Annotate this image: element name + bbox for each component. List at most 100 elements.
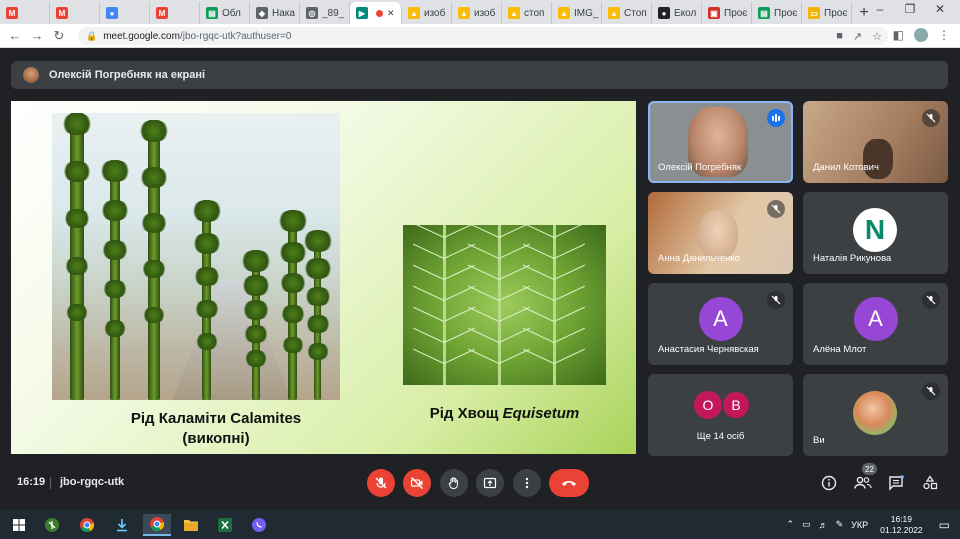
system-tray: ⌃ ▭ ♬ ✎ УКР 16:19 01.12.2022 ▭ (787, 510, 960, 539)
participant-avatar: O (694, 391, 722, 419)
participant-tile[interactable]: Ви (803, 374, 948, 456)
tree-foliage (241, 275, 271, 296)
reload-icon[interactable]: ↻ (48, 28, 70, 44)
horsetail-branch (522, 243, 555, 259)
tree-foliage (278, 273, 307, 293)
excel-icon[interactable] (214, 514, 236, 536)
sheets-icon: ▤ (758, 7, 770, 19)
download-app-icon[interactable] (111, 514, 133, 536)
menu-dots-icon[interactable]: ⋮ (938, 28, 950, 42)
browser-tab[interactable]: ▤ Обл (200, 2, 250, 24)
notification-icon[interactable]: ▭ (939, 518, 950, 532)
profile-avatar-icon[interactable] (914, 28, 928, 42)
forward-icon[interactable]: → (26, 28, 48, 43)
chat-button[interactable] (886, 473, 906, 493)
browser-tab-label: Нака (272, 7, 295, 19)
url-field[interactable]: 🔒 meet.google.com/jbo-rgqc-utk?authuser=… (78, 27, 888, 45)
tree-foliage (63, 208, 91, 229)
horsetail-branch (412, 285, 445, 301)
restore-icon[interactable]: ❐ (898, 2, 922, 16)
browser-tab[interactable]: ▲ Стоп (602, 2, 652, 24)
language-indicator[interactable]: УКР (851, 520, 868, 530)
browser-tab-label: Стоп (624, 7, 647, 19)
participant-tile[interactable]: A Анастасия Чернявская (648, 283, 793, 365)
browser-tab[interactable]: ▲ IMG_ (552, 2, 602, 24)
mic-toggle-button[interactable] (367, 469, 395, 497)
more-participants-tile[interactable]: O B Ще 14 осіб (648, 374, 793, 456)
tree-foliage (190, 200, 223, 223)
chrome-icon: ● (106, 7, 118, 19)
network-icon[interactable]: ▭ (802, 519, 811, 530)
participant-tile[interactable]: A Алёна Млот (803, 283, 948, 365)
participant-tile[interactable]: N Наталія Рикунова (803, 192, 948, 274)
horsetail-branch (467, 306, 500, 322)
app-launcher-icon[interactable] (41, 514, 63, 536)
back-icon[interactable]: ← (4, 28, 26, 43)
tree-foliage (276, 210, 309, 233)
file-explorer-icon[interactable] (180, 514, 202, 536)
meet-icon: ▶ (356, 7, 368, 19)
horsetail-branch (498, 225, 531, 238)
browser-tab[interactable]: ● (100, 2, 150, 24)
browser-tab[interactable]: ▭ Проє (802, 2, 852, 24)
tree-foliage (61, 113, 93, 136)
leave-call-button[interactable] (549, 469, 589, 497)
pen-icon[interactable]: ✎ (836, 519, 844, 530)
volume-icon[interactable]: ♬ (819, 520, 828, 530)
more-options-button[interactable] (513, 469, 541, 497)
participant-name: Ви (813, 435, 825, 446)
tray-expand-icon[interactable]: ⌃ (787, 519, 795, 530)
participant-tile[interactable]: Олексій Погребняк (648, 101, 793, 183)
horsetail-branch (467, 225, 500, 238)
browser-tab[interactable]: M (0, 2, 50, 24)
clock-date: 01.12.2022 (880, 524, 923, 535)
info-icon (821, 475, 837, 491)
participant-video (863, 139, 893, 179)
horsetail-branch (412, 348, 445, 364)
mic-off-icon (922, 382, 940, 400)
browser-tab[interactable]: M (150, 2, 200, 24)
people-button[interactable] (853, 473, 873, 493)
viber-icon[interactable] (248, 514, 270, 536)
sidebar-icon[interactable]: ◧ (893, 28, 904, 42)
minimize-icon[interactable]: – (868, 2, 892, 16)
more-participants-label: Ще 14 осіб (696, 431, 745, 442)
windows-start-icon[interactable] (8, 514, 30, 536)
activities-button[interactable] (920, 473, 940, 493)
participant-tile[interactable]: Анна Данильченко (648, 192, 793, 274)
horsetail-branch (412, 306, 445, 322)
tree-foliage (244, 350, 268, 367)
camera-icon[interactable]: ■ (836, 30, 843, 43)
browser-tab[interactable]: ▲ стоп (502, 2, 552, 24)
close-tab-icon[interactable]: ✕ (387, 8, 395, 19)
present-button[interactable] (476, 469, 504, 497)
browser-tab[interactable]: ▲ изоб (452, 2, 502, 24)
horsetail-branch (522, 285, 555, 301)
browser-tab[interactable]: ◎ _89_ (300, 2, 350, 24)
meeting-details-button[interactable] (819, 473, 839, 493)
browser-tab[interactable]: ▶ ✕ (350, 2, 402, 24)
close-window-icon[interactable]: ✕ (928, 2, 952, 16)
raise-hand-button[interactable] (440, 469, 468, 497)
tree-foliage (141, 260, 167, 279)
browser-tab[interactable]: ▲ изоб (402, 2, 452, 24)
share-icon[interactable]: ↗ (853, 30, 862, 43)
camera-toggle-button[interactable] (403, 469, 431, 497)
clock[interactable]: 16:19 01.12.2022 (880, 514, 923, 536)
browser-tab[interactable]: ▤ Проє (752, 2, 802, 24)
tree-foliage (305, 343, 330, 361)
chrome-active-icon[interactable] (143, 514, 171, 536)
browser-tab[interactable]: ◆ Нака (250, 2, 300, 24)
browser-tab[interactable]: M (50, 2, 100, 24)
drive-icon: ▲ (408, 7, 420, 19)
participant-tile[interactable]: Данил Котович (803, 101, 948, 183)
horsetail-branch (553, 327, 586, 343)
star-icon[interactable]: ☆ (872, 30, 882, 43)
drive-icon: ▲ (508, 7, 520, 19)
browser-tab[interactable]: ▣ Проє (702, 2, 752, 24)
horsetail-branch (553, 306, 586, 322)
tree-foliage (303, 286, 332, 307)
mic-off-icon (767, 291, 785, 309)
browser-tab[interactable]: ● Екол (652, 2, 702, 24)
chrome-icon[interactable] (76, 514, 98, 536)
